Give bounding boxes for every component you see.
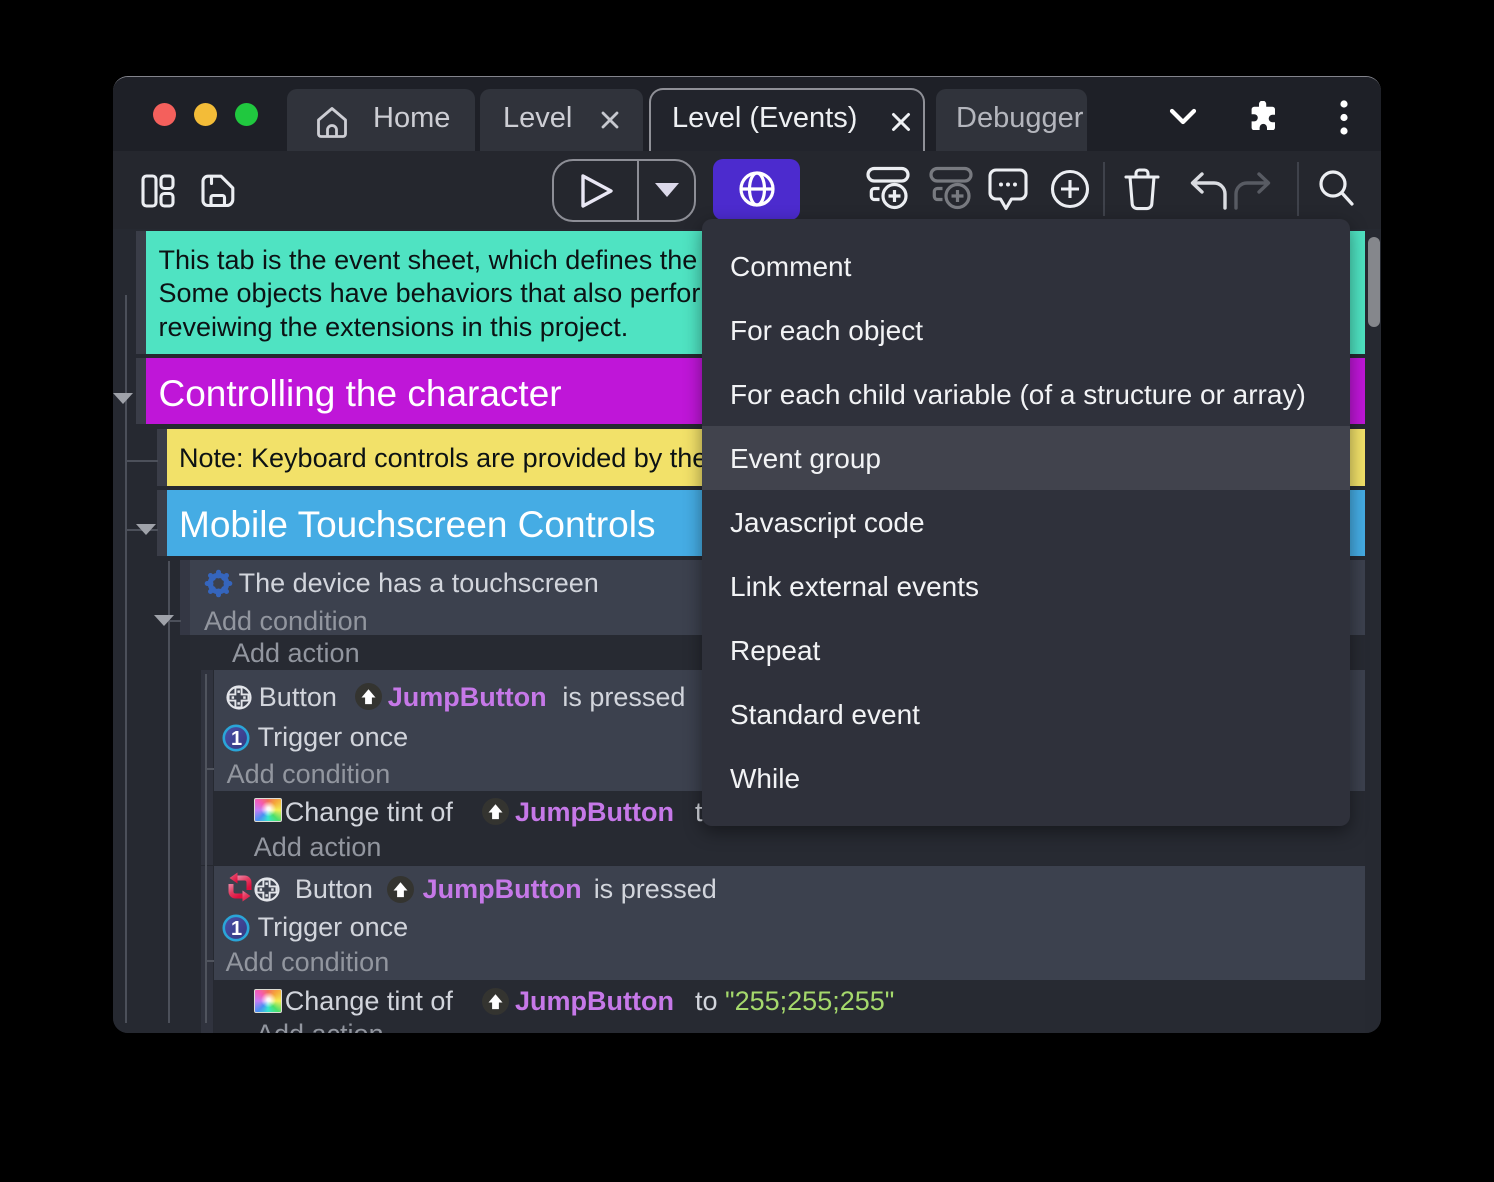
svg-text:1: 1 [231,918,242,940]
svg-text:1: 1 [231,728,242,750]
